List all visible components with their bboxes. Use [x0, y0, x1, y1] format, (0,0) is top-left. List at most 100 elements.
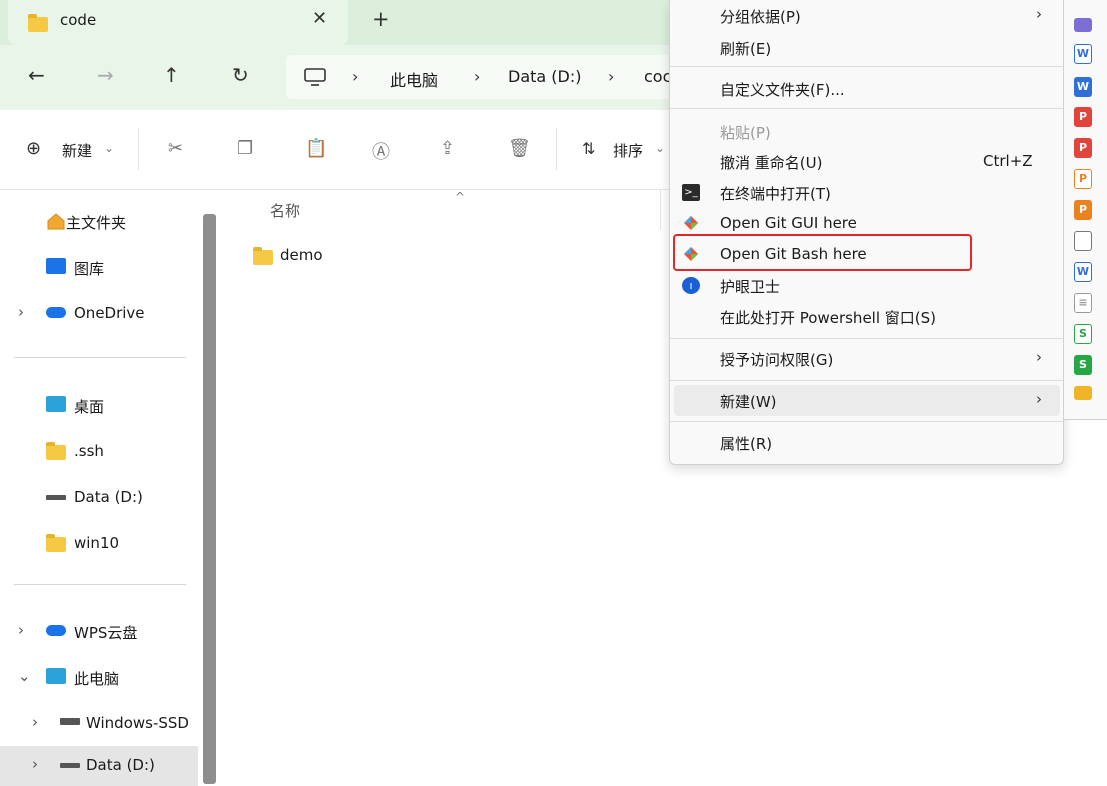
sidebar-item-label: Data (D:)	[74, 488, 143, 506]
menu-item-open-terminal[interactable]: >_ 在终端中打开(T)	[670, 177, 1063, 208]
forward-button[interactable]: →	[97, 63, 114, 87]
git-icon	[684, 216, 698, 230]
plus-icon: ⊕	[26, 138, 42, 159]
spreadsheet-icon[interactable]: S	[1074, 324, 1092, 344]
sidebar-item-wps-cloud[interactable]: › WPS云盘	[0, 612, 200, 652]
breadcrumb-this-pc[interactable]: 此电脑	[390, 67, 438, 91]
menu-separator	[670, 380, 1063, 381]
computer-icon	[46, 668, 66, 684]
menu-label: 授予访问权限(G)	[720, 351, 834, 369]
shield-icon: ı	[682, 277, 700, 294]
drive-icon	[60, 763, 80, 768]
menu-item-grant-access[interactable]: 授予访问权限(G) ›	[670, 343, 1063, 374]
breadcrumb-code[interactable]: coc	[644, 67, 671, 86]
menu-separator	[670, 108, 1063, 109]
text-file-icon[interactable]: ≡	[1074, 293, 1092, 313]
menu-label: 撤消 重命名(U)	[720, 154, 823, 172]
cloud-icon	[46, 307, 66, 318]
close-tab-icon[interactable]: ✕	[312, 8, 327, 29]
menu-item-refresh[interactable]: 刷新(E)	[670, 32, 1063, 63]
menu-label: Open Git GUI here	[720, 214, 857, 232]
rename-icon[interactable]: Ⓐ	[372, 138, 390, 164]
delete-icon[interactable]: 🗑	[508, 138, 531, 159]
sidebar-item-home[interactable]: 主文件夹	[0, 202, 200, 242]
folder-icon	[46, 442, 66, 460]
sidebar-item-windows-ssd[interactable]: › Windows-SSD	[0, 704, 200, 744]
sidebar-item-label: win10	[74, 534, 120, 552]
menu-item-open-powershell[interactable]: 在此处打开 Powershell 窗口(S)	[670, 301, 1063, 332]
tab-title: code	[60, 11, 97, 29]
sidebar-item-win10[interactable]: win10	[0, 524, 200, 564]
menu-separator	[670, 421, 1063, 422]
drive-icon	[60, 718, 80, 725]
share-icon[interactable]: ⇪	[440, 138, 455, 159]
menu-item-eye-guard[interactable]: ı 护眼卫士	[670, 270, 1063, 301]
presentation-icon[interactable]: P	[1074, 200, 1092, 220]
new-tab-button[interactable]: +	[372, 7, 390, 31]
navigation-pane: 主文件夹 图库 › OneDrive 桌面 .ssh Data (D:) win…	[0, 190, 220, 786]
refresh-button[interactable]: ↻	[232, 63, 249, 87]
copy-icon[interactable]: ❐	[237, 138, 253, 159]
chevron-down-icon: ⌄	[655, 141, 666, 155]
tab-code[interactable]: code ✕	[8, 0, 348, 45]
spreadsheet-icon[interactable]: S	[1074, 355, 1092, 375]
sidebar-item-data-d-selected[interactable]: › Data (D:)	[0, 746, 198, 786]
sidebar-item-data-d[interactable]: Data (D:)	[0, 478, 200, 518]
folder-icon	[46, 534, 66, 552]
chevron-right-icon: ›	[1036, 390, 1042, 408]
pdf-icon[interactable]: P	[1074, 138, 1092, 158]
sidebar-item-ssh[interactable]: .ssh	[0, 432, 200, 472]
menu-item-properties[interactable]: 属性(R)	[670, 427, 1063, 458]
sort-button[interactable]: 排序	[613, 140, 643, 161]
chevron-down-icon: ⌄	[18, 667, 31, 685]
computer-icon	[304, 68, 326, 86]
menu-item-undo-rename[interactable]: 撤消 重命名(U) Ctrl+Z	[670, 146, 1063, 177]
paste-icon[interactable]: 📋	[305, 138, 327, 159]
file-icon[interactable]	[1074, 18, 1092, 32]
column-header-name[interactable]: 名称	[270, 200, 300, 221]
menu-label: 粘贴(P)	[720, 124, 771, 142]
presentation-icon[interactable]: P	[1074, 169, 1092, 189]
blank-file-icon[interactable]	[1074, 231, 1092, 251]
menu-label: 新建(W)	[720, 393, 777, 411]
menu-item-group-by[interactable]: 分组依据(P) ›	[670, 0, 1063, 31]
sidebar-scrollbar[interactable]	[203, 214, 216, 784]
breadcrumb-data-d[interactable]: Data (D:)	[508, 67, 581, 86]
pdf-icon[interactable]: P	[1074, 107, 1092, 127]
word-doc-icon[interactable]: W	[1074, 44, 1092, 64]
menu-item-paste[interactable]: 粘贴(P)	[670, 116, 1063, 147]
sidebar-item-onedrive[interactable]: › OneDrive	[0, 294, 200, 334]
word-doc-icon[interactable]: W	[1074, 262, 1092, 282]
menu-separator	[670, 338, 1063, 339]
drive-icon	[46, 495, 66, 500]
back-button[interactable]: ←	[28, 63, 45, 87]
sort-ascending-icon: ^	[455, 190, 466, 204]
sidebar-item-label: Windows-SSD	[86, 714, 189, 732]
sidebar-item-gallery[interactable]: 图库	[0, 248, 200, 288]
address-bar[interactable]: › 此电脑 › Data (D:) › coc	[286, 55, 706, 99]
toolbar-separator	[138, 128, 139, 170]
word-doc-icon[interactable]: W	[1074, 77, 1092, 97]
item-name: demo	[280, 246, 323, 264]
sidebar-item-this-pc[interactable]: ⌄ 此电脑	[0, 658, 200, 698]
new-button[interactable]: 新建	[62, 140, 92, 161]
chevron-down-icon: ⌄	[104, 141, 115, 155]
sidebar-item-label: 图库	[74, 260, 105, 278]
menu-shortcut: Ctrl+Z	[983, 152, 1033, 170]
sidebar-divider	[14, 357, 186, 358]
up-button[interactable]: ↑	[163, 63, 180, 87]
chevron-right-icon: ›	[18, 303, 24, 321]
sidebar-item-label: OneDrive	[74, 304, 145, 322]
cut-icon[interactable]: ✂	[168, 138, 183, 159]
menu-item-new[interactable]: 新建(W) ›	[674, 385, 1060, 416]
zip-folder-icon[interactable]	[1074, 386, 1092, 400]
sidebar-item-label: Data (D:)	[86, 756, 155, 774]
gallery-icon	[46, 258, 66, 274]
chevron-right-icon: ›	[608, 67, 615, 86]
menu-label: 属性(R)	[720, 435, 773, 453]
list-item[interactable]: demo	[250, 246, 550, 268]
highlight-annotation	[673, 234, 972, 271]
sidebar-item-desktop[interactable]: 桌面	[0, 386, 200, 426]
menu-item-customize-folder[interactable]: 自定义文件夹(F)...	[670, 73, 1063, 104]
folder-icon	[28, 14, 48, 32]
